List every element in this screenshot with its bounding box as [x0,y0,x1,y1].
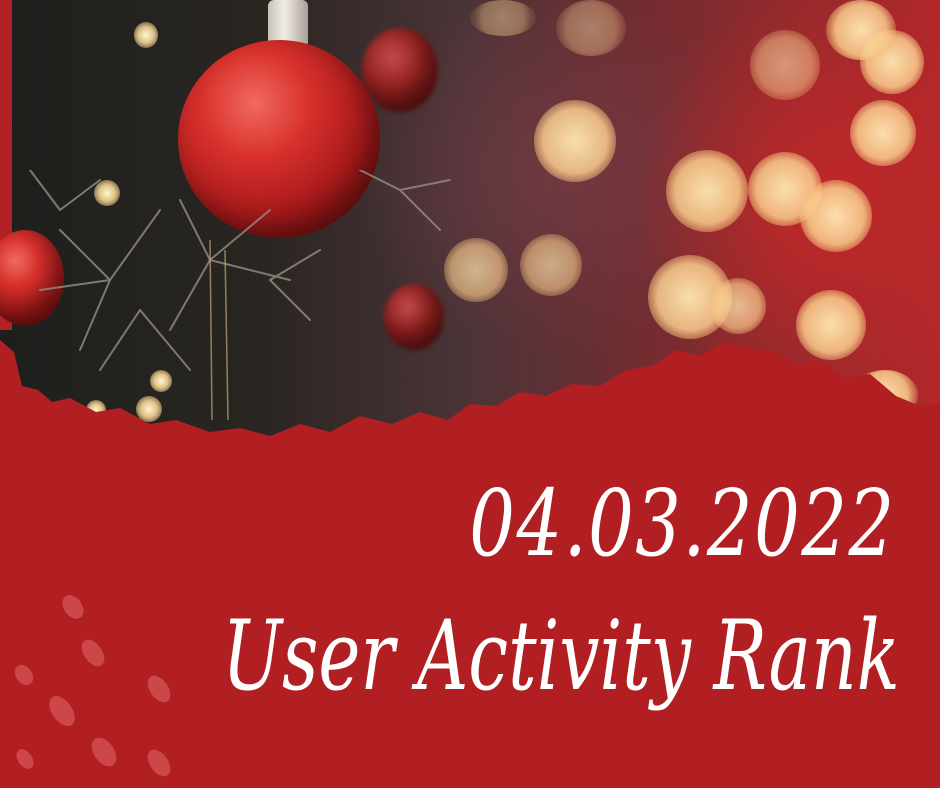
decor-spot [143,745,175,781]
torn-edge [0,340,940,480]
decor-spot [143,671,175,707]
bokeh-light [666,150,748,232]
bokeh-light [534,100,616,182]
background-ornament [362,28,438,112]
bokeh-light [850,100,916,166]
event-date: 04.03.2022 [469,470,896,577]
decor-spot [58,591,88,623]
bokeh-light [826,0,896,60]
decor-spot [11,661,37,689]
bokeh-light [800,180,872,252]
bokeh-light [470,0,536,36]
decor-spot [12,745,38,773]
bokeh-light [750,30,820,100]
decor-spot [86,733,122,771]
decor-spot [44,691,80,731]
page-title: User Activity Rank [222,600,900,712]
decor-spot [77,635,109,671]
promo-card: 04.03.2022 User Activity Rank [0,0,940,788]
fairy-light [134,22,158,48]
bokeh-light [556,0,626,56]
